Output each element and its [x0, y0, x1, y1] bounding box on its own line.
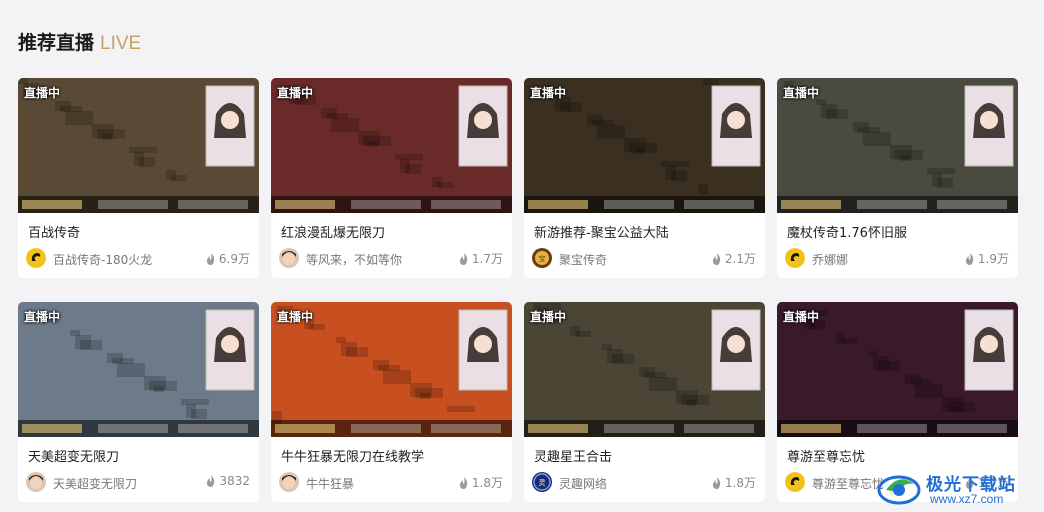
live-badge: 直播中 — [530, 86, 567, 100]
stream-thumbnail[interactable]: 直播中 — [18, 302, 259, 437]
svg-text:灵: 灵 — [539, 479, 546, 487]
stream-title[interactable]: 天美超变无限刀 — [28, 446, 253, 465]
live-badge: 直播中 — [277, 310, 314, 324]
flame-icon — [965, 252, 974, 265]
viewer-heat: 1.7万 — [459, 250, 503, 267]
streamer-name[interactable]: 乔娜娜 — [812, 251, 848, 268]
section-header: 推荐直播 LIVE — [18, 28, 141, 54]
heat-count: 1.7万 — [471, 252, 503, 266]
avatar[interactable] — [279, 472, 299, 492]
flame-icon — [207, 475, 215, 487]
live-card[interactable]: 直播中新游推荐-聚宝公益大陆宝 聚宝传奇 2.1万 — [524, 78, 765, 278]
live-card[interactable]: 直播中魔杖传奇1.76怀旧服乔娜娜 1.9万 — [777, 78, 1018, 278]
stream-thumbnail[interactable]: 直播中 — [18, 78, 259, 213]
stream-meta: 宝 聚宝传奇 2.1万 — [532, 248, 760, 268]
svg-text:宝: 宝 — [539, 254, 546, 263]
heat-count: 3832 — [219, 474, 250, 488]
live-badge: 直播中 — [783, 86, 820, 100]
viewer-heat: 6.9万 — [206, 250, 250, 267]
avatar[interactable]: 灵 — [532, 472, 552, 492]
viewer-heat: 3832 — [206, 474, 250, 488]
live-card[interactable]: 直播中 天美超变无限刀 天美超变无限刀 3832 — [18, 302, 259, 502]
stream-title[interactable]: 魔杖传奇1.76怀旧服 — [787, 222, 1012, 241]
section-subtitle: LIVE — [100, 33, 142, 54]
streamer-name[interactable]: 百战传奇-180火龙 — [53, 251, 152, 268]
streamer-name[interactable]: 灵趣网络 — [559, 475, 607, 492]
stream-thumbnail[interactable]: 直播中 — [777, 302, 1018, 437]
stream-title[interactable]: 红浪漫乱爆无限刀 — [281, 222, 506, 241]
viewer-heat: 1.9万 — [965, 250, 1009, 267]
stream-title[interactable]: 尊游至尊忘忧 — [787, 446, 1012, 465]
flame-icon — [712, 476, 721, 489]
avatar[interactable] — [785, 472, 805, 492]
avatar[interactable] — [26, 472, 46, 492]
stream-thumbnail[interactable]: 直播中 — [524, 78, 765, 213]
live-card[interactable]: 直播中牛牛狂暴无限刀在线教学牛牛狂暴 1.8万 — [271, 302, 512, 502]
flame-icon — [206, 252, 215, 265]
live-card[interactable]: 直播中红浪漫乱爆无限刀等风来，不如等你 1.7万 — [271, 78, 512, 278]
stream-meta: 等风来，不如等你 1.7万 — [279, 248, 507, 268]
viewer-heat: 2.1万 — [712, 250, 756, 267]
watermark-logo-icon — [877, 475, 921, 505]
heat-count: 6.9万 — [218, 252, 250, 266]
stream-title[interactable]: 新游推荐-聚宝公益大陆 — [534, 222, 759, 241]
stream-title[interactable]: 灵趣星王合击 — [534, 446, 759, 465]
stream-meta: 牛牛狂暴 1.8万 — [279, 472, 507, 492]
live-badge: 直播中 — [24, 310, 61, 324]
live-card[interactable]: 直播中灵趣星王合击灵 灵趣网络 1.8万 — [524, 302, 765, 502]
heat-count: 1.8万 — [724, 476, 756, 490]
avatar[interactable] — [785, 248, 805, 268]
section-title: 推荐直播 — [18, 32, 95, 54]
watermark-url: www.xz7.com — [930, 492, 1004, 506]
stream-thumbnail[interactable]: 直播中 — [524, 302, 765, 437]
flame-icon — [459, 476, 468, 489]
streamer-name[interactable]: 等风来，不如等你 — [306, 251, 402, 268]
stream-meta: 天美超变无限刀 3832 — [26, 472, 254, 492]
live-badge: 直播中 — [277, 86, 314, 100]
flame-icon — [459, 252, 468, 265]
streamer-name[interactable]: 天美超变无限刀 — [53, 475, 137, 492]
live-card[interactable]: 直播中百战传奇百战传奇-180火龙 6.9万 — [18, 78, 259, 278]
viewer-heat: 1.8万 — [712, 474, 756, 491]
stream-thumbnail[interactable]: 直播中 — [271, 302, 512, 437]
heat-count: 2.1万 — [724, 252, 756, 266]
stream-meta: 百战传奇-180火龙 6.9万 — [26, 248, 254, 268]
viewer-heat: 1.8万 — [459, 474, 503, 491]
stream-thumbnail[interactable]: 直播中 — [777, 78, 1018, 213]
heat-count: 1.9万 — [977, 252, 1009, 266]
streamer-name[interactable]: 尊游至尊忘忧 — [812, 475, 884, 492]
stream-title[interactable]: 百战传奇 — [28, 222, 253, 241]
heat-count: 1.8万 — [471, 476, 503, 490]
streamer-name[interactable]: 聚宝传奇 — [559, 251, 607, 268]
watermark: 极光下载站 www.xz7.com — [876, 468, 1036, 508]
stream-title[interactable]: 牛牛狂暴无限刀在线教学 — [281, 446, 506, 465]
stream-thumbnail[interactable]: 直播中 — [271, 78, 512, 213]
avatar[interactable] — [26, 248, 46, 268]
live-badge: 直播中 — [530, 310, 567, 324]
stream-meta: 灵 灵趣网络 1.8万 — [532, 472, 760, 492]
stream-meta: 乔娜娜 1.9万 — [785, 248, 1013, 268]
avatar[interactable] — [279, 248, 299, 268]
live-badge: 直播中 — [24, 86, 61, 100]
live-badge: 直播中 — [783, 310, 820, 324]
avatar[interactable]: 宝 — [532, 248, 552, 268]
flame-icon — [712, 252, 721, 265]
streamer-name[interactable]: 牛牛狂暴 — [306, 475, 354, 492]
